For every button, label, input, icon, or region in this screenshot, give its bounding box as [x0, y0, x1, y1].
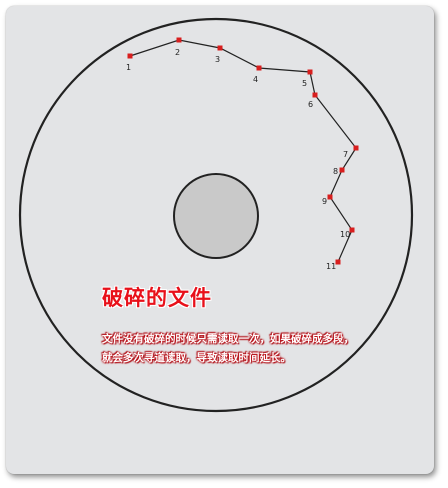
fragment-marker-5	[307, 69, 313, 75]
fragment-label-4: 4	[253, 75, 258, 84]
fragment-label-10: 10	[340, 230, 350, 239]
diagram-title: 破碎的文件	[102, 286, 212, 310]
diagram-description: 文件没有破碎的时候只需读取一次，如果破碎成多段， 就会多次寻道读取，导致读取时间…	[102, 330, 402, 368]
fragment-marker-10	[349, 227, 355, 233]
fragment-label-11: 11	[326, 262, 336, 271]
fragment-label-3: 3	[215, 55, 220, 64]
fragment-marker-1	[127, 53, 133, 59]
fragment-label-1: 1	[126, 63, 131, 72]
fragment-label-2: 2	[175, 48, 180, 57]
figure-frame: 1 2 3 4 5 6 7 8 9 10 11 破碎的文件 文件没有破碎的时候只需读取一次，如果破碎…	[0, 0, 448, 488]
fragment-label-6: 6	[308, 100, 313, 109]
fragment-marker-11	[335, 259, 341, 265]
fragment-label-9: 9	[322, 197, 327, 206]
description-line-1: 文件没有破碎的时候只需读取一次，如果破碎成多段，	[102, 333, 354, 345]
disk-hub	[173, 173, 259, 259]
description-line-2: 就会多次寻道读取，导致读取时间延长。	[102, 352, 291, 364]
fragment-marker-4	[256, 65, 262, 71]
fragment-label-7: 7	[343, 150, 348, 159]
fragment-label-8: 8	[333, 167, 338, 176]
fragment-marker-7	[353, 145, 359, 151]
disk-diagram: 1 2 3 4 5 6 78 9 10 11	[18, 17, 414, 413]
fragment-marker-9	[327, 194, 333, 200]
fragment-marker-6	[312, 92, 318, 98]
fragment-marker-3	[217, 45, 223, 51]
fragment-marker-2	[176, 37, 182, 43]
fragment-marker-8	[339, 167, 345, 173]
fragment-label-5: 5	[302, 79, 307, 88]
